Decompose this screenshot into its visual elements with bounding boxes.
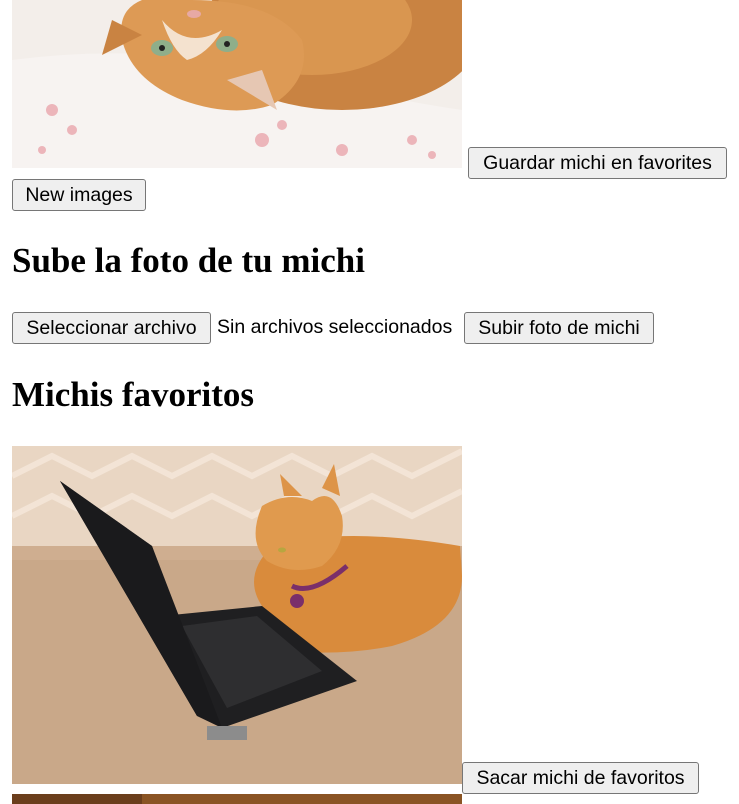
file-status-text: Sin archivos seleccionados — [217, 316, 453, 338]
favorites-section-title: Michis favoritos — [12, 375, 255, 414]
remove-favorite-button[interactable]: Sacar michi de favoritos — [462, 762, 699, 794]
select-file-button[interactable]: Seleccionar archivo — [12, 312, 211, 344]
new-images-button[interactable]: New images — [12, 179, 146, 211]
random-cat-image — [12, 0, 462, 168]
upload-photo-button[interactable]: Subir foto de michi — [464, 312, 654, 344]
favorite-cat-image — [12, 794, 462, 804]
upload-section-title: Sube la foto de tu michi — [12, 241, 365, 280]
save-favorite-button[interactable]: Guardar michi en favorites — [468, 147, 727, 179]
favorite-cat-image — [12, 446, 462, 784]
